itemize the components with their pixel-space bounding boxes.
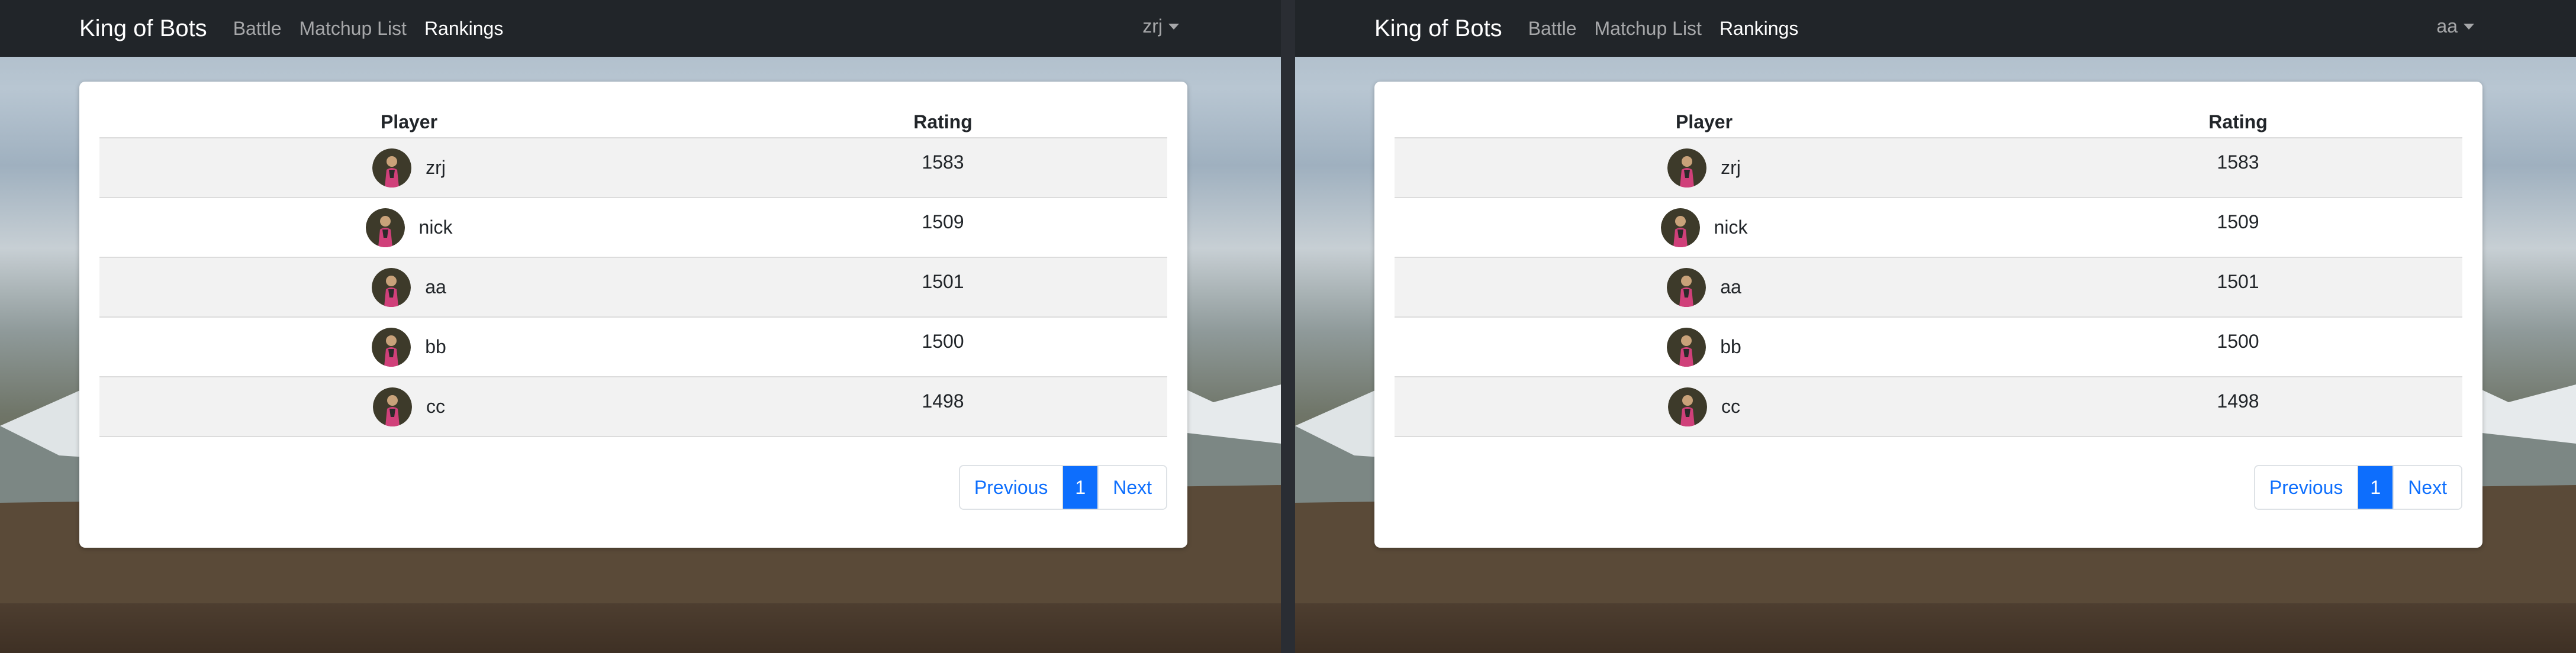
brand-link[interactable]: King of Bots [1374,15,1502,42]
rankings-card: Player Rating zrj 1583 nick 1509 aa 1501… [1374,82,2482,548]
chevron-down-icon [2464,23,2474,30]
user-dropdown[interactable]: aa [2436,15,2474,37]
navbar: King of Bots Battle Matchup List Ranking… [1295,0,2576,57]
nav-rankings[interactable]: Rankings [424,18,503,40]
previous-page-button[interactable]: Previous [2255,466,2358,509]
rankings-table: Player Rating zrj 1583 nick 1509 aa 1501… [99,106,1167,437]
brand-link[interactable]: King of Bots [79,15,207,42]
player-cell: aa [1395,258,2014,316]
table-row: bb 1500 [99,318,1167,377]
avatar [1667,267,1706,307]
table-row: cc 1498 [1395,377,2462,437]
pagination: Previous 1 Next [2253,465,2462,510]
avatar [1668,387,1707,426]
avatar [1660,208,1700,247]
player-cell: zrj [1395,138,2014,197]
rating-cell: 1509 [2217,211,2259,232]
table-row: nick 1509 [1395,198,2462,258]
table-header: Player Rating [99,106,1167,138]
player-name: bb [1720,336,1741,357]
avatar [373,387,412,426]
avatar [372,148,412,188]
player-cell: bb [99,318,719,376]
rating-cell: 1498 [2217,390,2259,412]
rating-cell: 1583 [922,151,964,173]
avatar [1667,148,1707,188]
player-cell: cc [99,377,719,436]
next-page-button[interactable]: Next [2393,466,2461,509]
rating-cell: 1498 [922,390,964,412]
nav-battle[interactable]: Battle [233,18,282,40]
table-row: zrj 1583 [1395,138,2462,198]
player-name: aa [1720,276,1741,298]
player-name: nick [1714,216,1748,238]
navbar: King of Bots Battle Matchup List Ranking… [0,0,1281,57]
chevron-down-icon [1168,23,1179,30]
player-cell: bb [1395,318,2014,376]
table-row: aa 1501 [99,258,1167,318]
window-divider [1281,0,1295,653]
table-row: bb 1500 [1395,318,2462,377]
pagination: Previous 1 Next [958,465,1167,510]
user-dropdown[interactable]: zrj [1142,15,1179,37]
rating-cell: 1583 [2217,151,2259,173]
player-name: cc [1721,396,1740,417]
table-row: aa 1501 [1395,258,2462,318]
player-name: cc [426,396,445,417]
table-row: zrj 1583 [99,138,1167,198]
nav-matchup-list[interactable]: Matchup List [300,18,407,40]
page-1-button[interactable]: 1 [2357,466,2393,509]
window-left: King of Bots Battle Matchup List Ranking… [0,0,1281,653]
player-cell: nick [99,198,719,257]
rating-cell: 1500 [922,331,964,352]
rankings-table: Player Rating zrj 1583 nick 1509 aa 1501… [1395,106,2462,437]
nav-matchup-list[interactable]: Matchup List [1595,18,1702,40]
table-header: Player Rating [1395,106,2462,138]
username-label: aa [2436,15,2458,37]
rating-cell: 1501 [2217,271,2259,292]
nav-rankings[interactable]: Rankings [1720,18,1798,40]
player-cell: nick [1395,198,2014,257]
header-player: Player [380,111,438,132]
avatar [365,208,405,247]
avatar [1667,327,1706,367]
player-cell: zrj [99,138,719,197]
table-row: cc 1498 [99,377,1167,437]
page-1-button[interactable]: 1 [1062,466,1098,509]
player-cell: cc [1395,377,2014,436]
header-rating: Rating [913,111,973,132]
avatar [372,267,411,307]
header-player: Player [1675,111,1733,132]
rankings-card: Player Rating zrj 1583 nick 1509 aa 1501… [79,82,1187,548]
rating-cell: 1509 [922,211,964,232]
player-name: bb [425,336,446,357]
header-rating: Rating [2208,111,2268,132]
player-name: nick [418,216,453,238]
player-name: aa [425,276,446,298]
player-cell: aa [99,258,719,316]
avatar [372,327,411,367]
nav-battle[interactable]: Battle [1528,18,1577,40]
next-page-button[interactable]: Next [1097,466,1166,509]
previous-page-button[interactable]: Previous [959,466,1062,509]
player-name: zrj [426,157,446,178]
window-right: King of Bots Battle Matchup List Ranking… [1295,0,2576,653]
table-row: nick 1509 [99,198,1167,258]
username-label: zrj [1142,15,1163,37]
player-name: zrj [1721,157,1741,178]
rating-cell: 1501 [922,271,964,292]
rating-cell: 1500 [2217,331,2259,352]
